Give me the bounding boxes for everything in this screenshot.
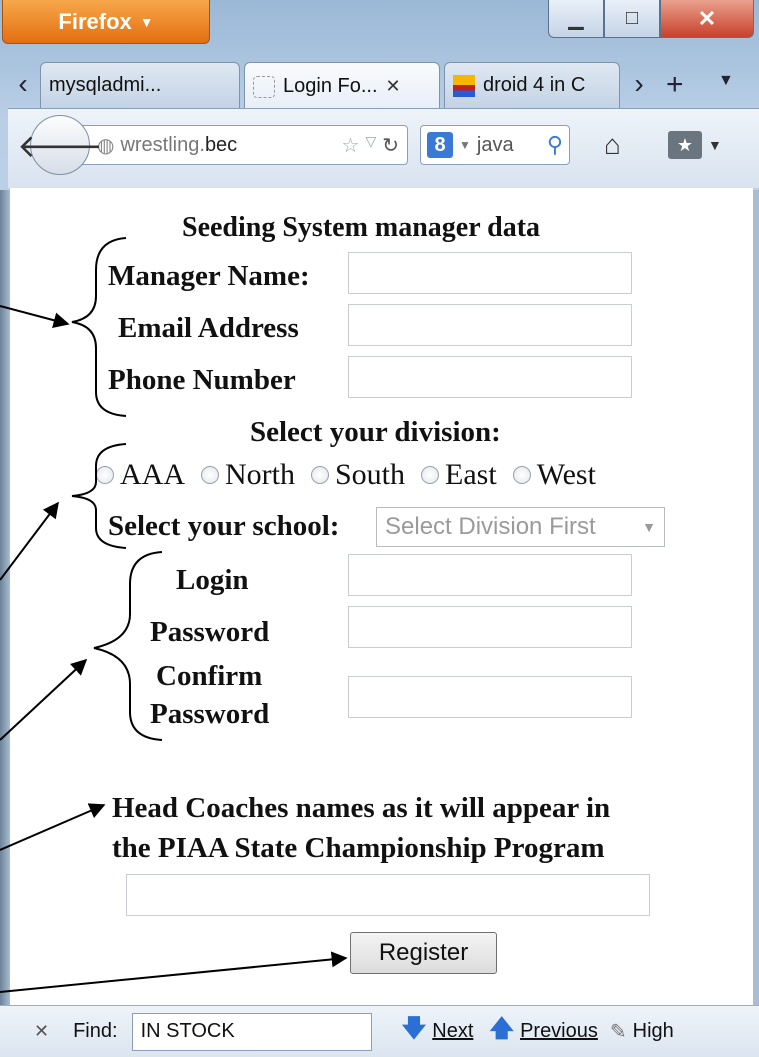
find-previous-label: Previous — [520, 1020, 598, 1042]
head-coach-input[interactable] — [126, 874, 650, 916]
coach-heading-line1: Head Coaches names as it will appear in — [112, 792, 611, 824]
division-label: South — [335, 458, 406, 491]
tab-strip: ‹ mysqladmi... Login Fo... ✕ droid 4 in … — [0, 56, 759, 110]
chevron-down-icon: ▼ — [139, 13, 154, 30]
find-input-value: IN STOCK — [140, 1020, 235, 1042]
password-input[interactable] — [348, 606, 632, 648]
star-icon[interactable]: ☆ — [342, 133, 360, 158]
tab-label: droid 4 in C — [483, 74, 586, 96]
chevron-down-icon: ▼ — [642, 519, 656, 535]
search-icon[interactable]: ⚲ — [547, 132, 563, 158]
find-label: Find: — [73, 1020, 118, 1042]
tab-scroll-right-icon[interactable]: › — [624, 64, 654, 104]
tab-close-icon[interactable]: ✕ — [386, 76, 401, 97]
division-label: West — [536, 458, 596, 491]
highlight-all-button[interactable]: ✎ High — [610, 1019, 674, 1044]
login-input[interactable] — [348, 554, 632, 596]
division-radio-aaa[interactable] — [96, 466, 114, 484]
division-heading: Select your division: — [250, 416, 501, 448]
division-radio-east[interactable] — [421, 466, 440, 484]
maximize-icon: □ — [625, 7, 639, 29]
school-select-value: Select Division First — [385, 513, 596, 540]
register-button[interactable]: Register — [350, 932, 497, 974]
find-next-button[interactable]: 🡇 Next — [402, 1011, 474, 1052]
reload-icon[interactable]: ↻ — [382, 133, 399, 158]
coach-heading-line2: the PIAA State Championship Program — [112, 832, 605, 864]
school-select[interactable]: Select Division First ▼ — [376, 507, 665, 547]
page-icon — [253, 75, 275, 98]
google-icon[interactable]: 8 — [427, 132, 453, 158]
division-label: East — [445, 458, 497, 491]
minimize-icon: ▁ — [568, 8, 584, 30]
division-radio-north[interactable] — [201, 466, 219, 484]
chevron-down-icon[interactable]: ▽ — [365, 133, 376, 158]
tab-list-chevron-icon[interactable]: ▼ — [718, 72, 734, 90]
password-label: Password — [150, 616, 270, 648]
tab-label: mysqladmi... — [49, 74, 162, 96]
url-domain: bec — [204, 133, 238, 156]
close-window-button[interactable]: ✕ — [660, 0, 754, 38]
page-content: Seeding System manager data Manager Name… — [10, 188, 753, 1010]
minimize-button[interactable]: ▁ — [548, 0, 604, 38]
close-icon: ✕ — [697, 5, 717, 31]
firefox-menu-label: Firefox — [58, 8, 132, 34]
chevron-down-icon: ▼ — [459, 138, 471, 152]
phone-input[interactable] — [348, 356, 632, 398]
division-radio-south[interactable] — [311, 466, 329, 484]
confirm-password-input[interactable] — [348, 676, 632, 718]
phone-label: Phone Number — [108, 364, 296, 396]
confirm-password-label-line2: Password — [150, 698, 270, 730]
email-label: Email Address — [118, 312, 299, 344]
back-button[interactable]: 🡐 — [17, 115, 103, 175]
highlight-label: High — [632, 1020, 674, 1042]
shopping-bag-icon — [453, 74, 475, 97]
chevron-down-icon[interactable]: ▼ — [708, 137, 722, 153]
division-label: AAA — [120, 458, 185, 491]
home-icon[interactable]: ⌂ — [604, 129, 621, 161]
arrow-down-icon: 🡇 — [401, 1015, 427, 1042]
manager-name-input[interactable] — [348, 252, 632, 294]
find-previous-button[interactable]: 🡅 Previous — [489, 1011, 598, 1052]
tab-login-form[interactable]: Login Fo... ✕ — [244, 62, 440, 110]
new-tab-icon[interactable]: + — [666, 68, 684, 102]
find-next-label: Next — [432, 1020, 474, 1042]
close-icon[interactable]: ✕ — [34, 1021, 49, 1042]
confirm-password-label-line1: Confirm — [156, 660, 263, 692]
maximize-button[interactable]: □ — [604, 0, 660, 38]
tab-droid[interactable]: droid 4 in C — [444, 62, 620, 108]
navigation-bar: ◍ wrestling. bec ☆ ▽ ↻ 🡐 8 ▼ java ⚲ ⌂ ★ ▼ — [8, 108, 759, 188]
tab-mysqladmin[interactable]: mysqladmi... — [40, 62, 240, 108]
marker-icon: ✎ — [609, 1021, 627, 1043]
window-frame-left — [0, 190, 10, 1010]
find-bar: ✕ Find: IN STOCK 🡇 Next 🡅 Previous ✎ Hig… — [0, 1005, 759, 1057]
tab-scroll-left-icon[interactable]: ‹ — [8, 64, 38, 104]
back-arrow-icon: 🡐 — [17, 127, 103, 164]
tab-label: Login Fo... — [283, 75, 378, 97]
school-label: Select your school: — [108, 510, 340, 542]
division-radio-group: AAA North South East West — [96, 458, 596, 492]
firefox-menu-button[interactable]: Firefox ▼ — [2, 0, 210, 44]
search-bar[interactable]: 8 ▼ java ⚲ — [420, 125, 570, 165]
url-bar[interactable]: ◍ wrestling. bec ☆ ▽ ↻ — [78, 125, 408, 165]
arrow-up-icon: 🡅 — [489, 1015, 515, 1042]
bookmarks-icon[interactable]: ★ — [668, 131, 702, 159]
window-frame-right — [753, 190, 759, 1010]
form-heading: Seeding System manager data — [182, 212, 541, 243]
email-input[interactable] — [348, 304, 632, 346]
url-prefix: wrestling. — [120, 133, 205, 156]
manager-name-label: Manager Name: — [108, 260, 310, 292]
find-input[interactable]: IN STOCK — [131, 1012, 372, 1051]
search-text: java — [476, 133, 514, 156]
division-radio-west[interactable] — [512, 466, 531, 484]
division-label: North — [225, 458, 295, 491]
login-label: Login — [176, 564, 249, 596]
window-controls: ▁ □ ✕ — [548, 0, 754, 40]
